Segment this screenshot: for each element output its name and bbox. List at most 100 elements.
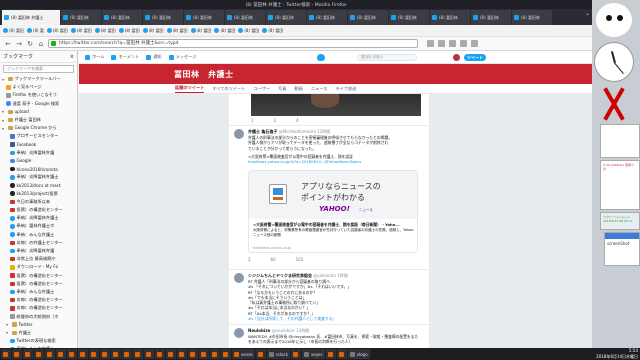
tab-active[interactable]: (8) 冨田林 弁護士 [2,10,60,25]
bookmark-toolbar-item[interactable]: (8) 冨田 [3,28,24,34]
sidebar-bookmark-item[interactable]: 奉納）炎降冨林弁護士 [0,214,77,222]
sidebar-bookmark-item[interactable]: hirono2016hironota [0,165,77,173]
tab[interactable]: (8) 冨田林 [307,10,347,25]
sidebar-bookmark-item[interactable]: 投票）の構造化センター [0,280,77,288]
avatar[interactable] [234,328,244,338]
taskbar-item[interactable] [34,349,44,359]
sidebar-bookmark-item[interactable]: 炎毎）の弁護士センター [0,239,77,247]
tab[interactable]: (8) 冨田林 [225,10,265,25]
taskbar-item[interactable] [23,349,33,359]
tweet-photo[interactable] [251,94,421,116]
twitter-nav-item[interactable]: 通知 [146,54,162,60]
tweet-button[interactable]: ツイート [464,54,486,61]
tweet-time[interactable]: 12時間 [317,129,330,134]
tab[interactable]: (8) 冨田林 [143,10,183,25]
taskbar-item[interactable] [56,349,66,359]
twitter-nav-item[interactable]: モーメント [111,54,139,60]
sidebar-bookmark-item[interactable]: ▾ Google Chrome から [0,124,77,132]
tweet[interactable]: 弁護士 亀石倫子 @MichikoKameishi 12時間 弁護人の刑事法の部… [229,125,429,268]
sidebar-bookmark-item[interactable]: ▾ upload [0,108,77,116]
sidebar-bookmark-item[interactable]: よく見るページ [0,83,77,91]
sidebar-bookmark-item[interactable]: Facebook [0,141,77,149]
taskbar-item[interactable] [12,349,22,359]
sidebar-bookmark-item[interactable]: Google [0,157,77,165]
tab[interactable]: (8) 冨田林 [184,10,224,25]
taskbar-item[interactable] [221,349,231,359]
taskbar-item[interactable] [78,349,88,359]
taskbar-item[interactable] [188,349,198,359]
sidebar-bookmark-item[interactable]: ▾ 弁護士 冨田林 [0,116,77,124]
sidebar-bookmark-item[interactable]: Firefox を使いこなそう [0,91,77,99]
sidebar-bookmark-item[interactable]: 奉納）炎降冨林弁護 [0,247,77,255]
menu-icon[interactable] [471,40,478,47]
sidebar-bookmark-item[interactable]: 非常上位 最高検察庁 [0,255,77,263]
twitter-bird-icon[interactable] [317,54,325,61]
sidebar-bookmark-item[interactable]: 奉納）冨林弁護士ホ [0,222,77,230]
taskbar-item[interactable]: sclock [266,349,290,359]
title-bar[interactable]: (8) 冨田林 弁護士 - Twitter検索 - Mozilla Firefo… [0,0,592,9]
like-count[interactable]: 101 [296,257,304,262]
taskbar-item[interactable] [133,349,143,359]
desktop-window-thumbnail[interactable]: 0:40 2018/6/1 夏祭りの [600,160,640,210]
twitter-nav-item[interactable]: ホーム [85,54,104,60]
tab[interactable]: (8) 冨田林 [61,10,101,25]
chevron-down-icon[interactable]: ▾ [2,126,6,131]
tweet-author[interactable]: シジジムちんとヤリクま研究承認会 [248,273,312,278]
sidebar-bookmark-item[interactable]: 投票）の構造化センター [0,206,77,214]
taskbar-item[interactable] [144,349,154,359]
sidebar-bookmark-item[interactable]: 炎毎）の構造化センター [0,304,77,312]
sidebar-bookmark-item[interactable]: ダウンロード - My Fo [0,263,77,271]
search-filter-tab[interactable]: ユーザー [253,86,270,92]
bookmark-toolbar-item[interactable]: (8) 冨田 [70,28,92,34]
sidebar-bookmark-item[interactable]: ▾ 弁護士 [0,329,77,337]
tab[interactable]: (8) 冨田林 [512,10,552,25]
taskbar-item[interactable] [255,349,266,359]
sidebar-bookmark-item[interactable]: プロサービスセンター [0,132,77,140]
sidebar-bookmark-item[interactable]: kk2013/docs at mast [0,181,77,189]
taskbar-item[interactable] [166,349,176,359]
taskbar-item[interactable] [336,349,347,359]
bookmark-toolbar-item[interactable]: (8) 冨 [26,28,44,34]
bookmark-search-input[interactable]: ブックマークを検索 [3,65,74,73]
sidebar-bookmark-item[interactable]: 奉納）炎降冨林弁護士 [0,173,77,181]
sidebar-bookmark-item[interactable]: 投票）の構造化センター [0,272,77,280]
tab[interactable]: (8) 冨田林 [348,10,388,25]
sidebar-bookmark-item[interactable]: kk2013/project/投票 [0,190,77,198]
sidebar-bookmark-item[interactable]: Twitterの表現な検索 [0,337,77,345]
search-filter-tab[interactable]: 動画 [294,86,302,92]
taskbar-item[interactable]: sense [232,349,255,359]
like-count[interactable]: 4 [296,118,299,123]
screenshot-icon[interactable] [449,40,456,47]
sidebar-title[interactable]: ブックマーク [3,53,33,60]
taskbar-item[interactable] [45,349,55,359]
tab[interactable]: (8) 冨田林 [389,10,429,25]
sidebar-toggle-icon[interactable] [438,40,445,47]
extension-icon[interactable] [460,40,467,47]
tab-list-chevron-icon[interactable]: ⌄ [585,10,590,17]
bookmark-toolbar-item[interactable]: (8) 冨田 [46,28,68,34]
tab[interactable]: (8) 冨田林 [266,10,306,25]
bookmark-toolbar-item[interactable]: (8) 冨田 [214,28,235,34]
taskbar-item[interactable] [122,349,132,359]
avatar[interactable] [234,273,244,283]
sidebar-bookmark-item[interactable]: 奉納：みんな弁護士 [0,231,77,239]
taskbar-item[interactable] [210,349,220,359]
bookmark-toolbar-item[interactable]: (8) 冨田 [166,28,188,34]
back-arrow-icon[interactable]: ← [4,40,12,48]
sidebar-bookmark-item[interactable]: ▾ ブックマークツールバー [0,75,77,83]
bookmark-toolbar-item[interactable]: (8) 冨田 [94,28,116,34]
sidebar-bookmark-item[interactable]: 奉納）炎降冨林弁護 [0,149,77,157]
taskbar-item[interactable] [177,349,187,359]
tweet[interactable]: Neulobize @neulobize 12時間 WANTED!! #炎田市長… [229,324,429,348]
sidebar-bookmark-item[interactable]: 奉納）みんな弁護士 [0,288,77,296]
search-filter-tab[interactable]: 写真 [278,86,286,92]
bookmark-toolbar-item[interactable]: (8) 冨田 [238,28,259,34]
taskbar-item[interactable] [89,349,99,359]
tweet-time[interactable]: 12時間 [296,328,309,333]
taskbar-item[interactable] [67,349,77,359]
chevron-down-icon[interactable]: ▾ [6,330,10,335]
link-card[interactable]: アプリならニュースの ポイントがわかる YAHOO! ニュース <大阪府警>覆面… [248,170,418,253]
bookmark-toolbar-item[interactable]: (8) 冨田 [142,28,164,34]
sidebar-bookmark-item[interactable]: 総督府の大統領府（ホ [0,312,77,320]
taskbar-item[interactable] [155,349,165,359]
